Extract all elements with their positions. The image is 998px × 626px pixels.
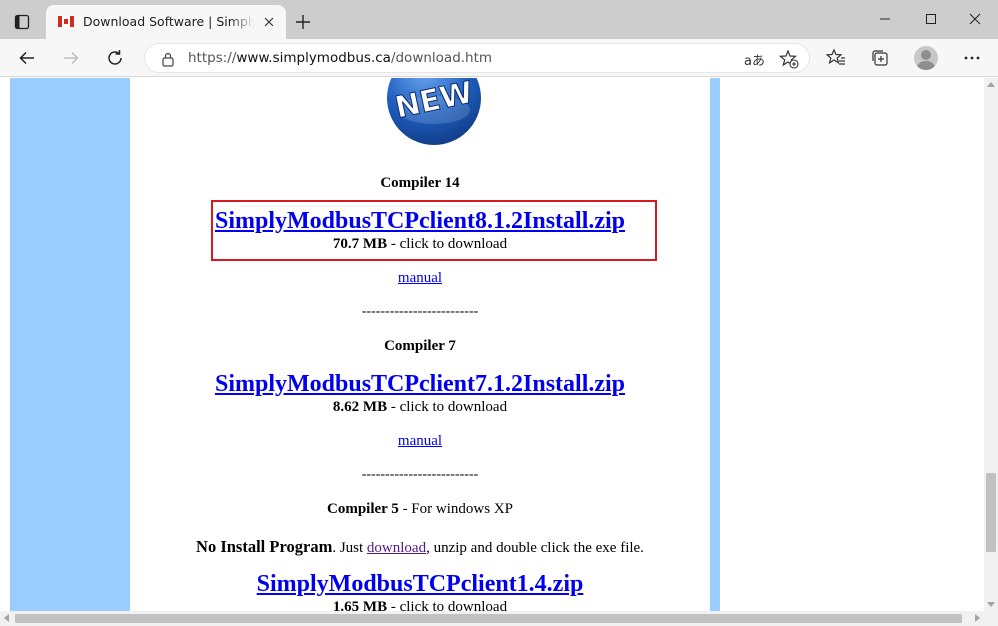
arrow-right-icon — [64, 51, 79, 65]
size-line-8-1-2: 70.7 MB - click to download — [130, 236, 710, 253]
new-badge-icon: NEW — [387, 78, 481, 145]
tab-close-button[interactable] — [260, 13, 278, 31]
settings-menu-button[interactable] — [958, 44, 986, 72]
maximize-button[interactable] — [908, 0, 954, 38]
download-link-1-4[interactable]: SimplyModbusTCPclient1.4.zip — [257, 571, 584, 597]
canada-flag-icon — [58, 16, 74, 27]
left-band — [10, 78, 130, 611]
forward-button[interactable] — [57, 44, 85, 72]
compiler-14-heading: Compiler 14 — [380, 175, 460, 191]
size-suffix: - click to download — [387, 399, 508, 415]
scroll-left-arrow[interactable] — [4, 614, 9, 622]
url-path: /download.htm — [390, 50, 493, 66]
url-scheme: https:// — [188, 50, 237, 66]
minimize-button[interactable] — [862, 0, 908, 38]
no-install-line: No Install Program. Just download, unzip… — [130, 537, 710, 557]
size-suffix: - click to download — [387, 599, 508, 611]
plus-icon — [296, 15, 310, 29]
size-line-1-4: 1.65 MB - click to download — [130, 599, 710, 611]
separator: ------------------------- — [361, 467, 479, 482]
scroll-right-arrow[interactable] — [975, 614, 980, 622]
close-window-button[interactable] — [952, 0, 998, 38]
lock-icon[interactable] — [160, 51, 176, 67]
compiler-7-heading: Compiler 7 — [384, 338, 456, 354]
url-text[interactable]: https://www.simplymodbus.ca/download.htm — [188, 50, 492, 66]
download-link-8-1-2[interactable]: SimplyModbusTCPclient8.1.2Install.zip — [215, 208, 625, 234]
size-line-7-1-2: 8.62 MB - click to download — [130, 399, 710, 416]
download-link-7-1-2[interactable]: SimplyModbusTCPclient7.1.2Install.zip — [215, 371, 625, 397]
profile-avatar[interactable] — [914, 46, 938, 70]
tab-actions-button[interactable] — [8, 9, 36, 35]
tab-strip: Download Software | Simply Modbus — [0, 0, 998, 39]
vertical-scrollbar[interactable] — [984, 78, 998, 611]
browser-window: Download Software | Simply Modbus — [0, 0, 998, 626]
collections-icon — [872, 50, 888, 66]
manual-link-7[interactable]: manual — [398, 433, 442, 449]
scroll-down-arrow[interactable] — [987, 602, 995, 607]
horizontal-scroll-thumb[interactable] — [15, 614, 962, 623]
separator: ------------------------- — [361, 304, 479, 319]
compiler-5-heading: Compiler 5 - For windows XP — [130, 501, 710, 518]
scrollbar-corner — [984, 611, 998, 626]
no-install-text-1: . Just — [332, 540, 367, 556]
address-bar[interactable]: https://www.simplymodbus.ca/download.htm… — [144, 43, 810, 73]
read-aloud-button[interactable]: aあ — [744, 50, 765, 69]
no-install-label: No Install Program — [196, 537, 333, 556]
horizontal-scrollbar[interactable] — [0, 611, 984, 626]
refresh-icon — [108, 50, 122, 65]
add-favorite-icon[interactable] — [779, 49, 799, 69]
page-content: NEW Compiler 14 SimplyModbusTCPclient8.1… — [130, 78, 710, 611]
refresh-button[interactable] — [101, 44, 129, 72]
page-viewport: NEW Compiler 14 SimplyModbusTCPclient8.1… — [0, 78, 984, 611]
scroll-up-arrow[interactable] — [987, 82, 995, 87]
file-size: 8.62 MB — [332, 399, 388, 415]
close-window-icon — [969, 13, 981, 25]
favorites-list-icon — [826, 48, 845, 65]
minimize-icon — [880, 18, 890, 20]
file-size: 1.65 MB — [332, 599, 388, 611]
back-button[interactable] — [13, 44, 41, 72]
favorites-button[interactable] — [822, 44, 850, 72]
toolbar: https://www.simplymodbus.ca/download.htm… — [0, 39, 998, 77]
arrow-left-icon — [19, 51, 34, 65]
maximize-icon — [926, 14, 936, 24]
size-suffix: - click to download — [387, 236, 508, 252]
close-icon — [264, 17, 274, 27]
tab-actions-icon — [14, 14, 30, 30]
new-tab-button[interactable] — [292, 11, 314, 33]
right-band — [710, 78, 720, 611]
manual-link-8[interactable]: manual — [398, 270, 442, 286]
no-install-text-2: , unzip and double click the exe file. — [426, 540, 644, 556]
no-install-download-link[interactable]: download — [367, 540, 426, 556]
compiler-5-label: Compiler 5 — [327, 501, 399, 517]
compiler-5-suffix: - For windows XP — [398, 501, 513, 517]
file-size: 70.7 MB — [332, 236, 388, 252]
tab-active[interactable]: Download Software | Simply Modbus — [46, 5, 286, 39]
more-icon — [964, 56, 980, 60]
vertical-scroll-thumb[interactable] — [986, 473, 996, 552]
url-host: www.simplymodbus.ca — [236, 50, 391, 66]
collections-button[interactable] — [866, 44, 894, 72]
tab-title: Download Software | Simply Modbus — [83, 14, 255, 29]
